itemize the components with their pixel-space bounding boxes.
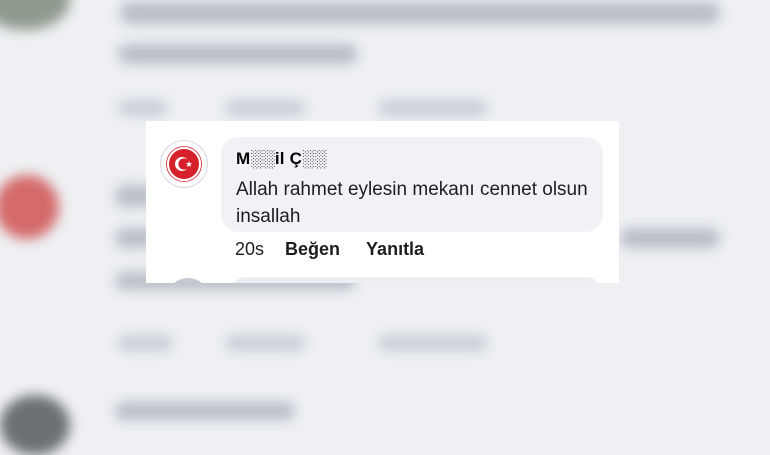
comment-bubble: M░░il Ç░░ Allah rahmet eylesin mekanı ce… bbox=[221, 137, 603, 232]
comment-text: Allah rahmet eylesin mekanı cennet olsun… bbox=[236, 179, 588, 227]
blurred-action bbox=[118, 335, 173, 351]
blurred-action bbox=[225, 100, 305, 116]
comment-author-name[interactable]: M░░il Ç░░ bbox=[236, 149, 327, 169]
blurred-text-line bbox=[118, 44, 358, 64]
next-comment-bubble bbox=[231, 277, 601, 283]
like-button[interactable]: Beğen bbox=[285, 239, 340, 260]
blurred-text-line bbox=[620, 228, 720, 248]
comment-timestamp[interactable]: 20s bbox=[235, 239, 264, 260]
blurred-action bbox=[118, 100, 168, 116]
blurred-text-line bbox=[115, 402, 295, 420]
blurred-action bbox=[378, 100, 488, 116]
turkish-emblem-icon bbox=[166, 146, 202, 182]
comment-card: M░░il Ç░░ Allah rahmet eylesin mekanı ce… bbox=[146, 121, 619, 283]
comment-actions: 20s Beğen Yanıtla bbox=[235, 239, 424, 260]
blurred-action bbox=[378, 335, 488, 351]
reply-button[interactable]: Yanıtla bbox=[366, 239, 424, 260]
blurred-avatar bbox=[0, 175, 59, 239]
blurred-avatar bbox=[0, 0, 70, 30]
blurred-avatar bbox=[0, 395, 70, 455]
blurred-text-line bbox=[120, 2, 720, 24]
avatar[interactable] bbox=[160, 140, 208, 188]
next-comment-avatar bbox=[166, 278, 210, 283]
blurred-action bbox=[225, 335, 305, 351]
